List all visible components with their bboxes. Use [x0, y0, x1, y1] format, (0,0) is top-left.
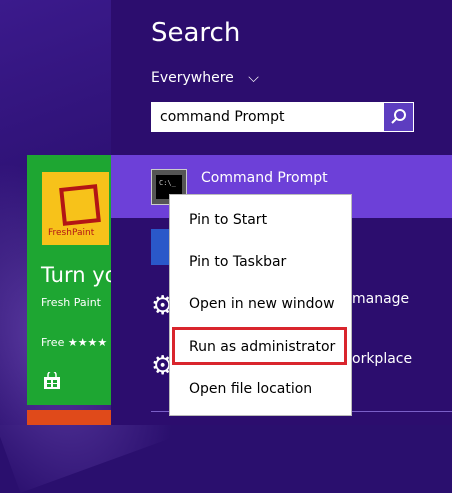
fresh-paint-logo: FreshPaint — [42, 172, 109, 245]
menu-item-pin-to-start[interactable]: Pin to Start — [170, 206, 351, 234]
menu-item-pin-to-taskbar[interactable]: Pin to Taskbar — [170, 248, 351, 276]
tile-app-name: Fresh Paint — [41, 296, 101, 309]
fresh-paint-tile[interactable]: FreshPaint Turn yo Fresh Paint Free ★★★★ — [27, 155, 117, 405]
chevron-down-icon: ⌵ — [248, 70, 259, 86]
search-scope-label: Everywhere — [151, 70, 234, 86]
tile-price-rating: Free ★★★★ — [41, 336, 108, 349]
tile-headline: Turn yo — [41, 263, 118, 287]
fresh-paint-logo-text: FreshPaint — [48, 228, 95, 238]
store-icon — [44, 372, 60, 389]
search-scope-dropdown[interactable]: Everywhere ⌵ — [151, 70, 259, 86]
frame-icon — [59, 184, 101, 226]
annotation-highlight-box — [172, 327, 347, 365]
menu-item-open-in-new-window[interactable]: Open in new window — [170, 290, 351, 318]
menu-item-open-file-location[interactable]: Open file location — [170, 375, 351, 403]
search-icon — [391, 109, 406, 124]
search-result-label: Command Prompt — [201, 170, 328, 186]
search-button[interactable] — [384, 103, 413, 131]
partial-tile[interactable] — [27, 410, 111, 425]
search-box — [151, 102, 414, 132]
search-input[interactable] — [152, 103, 391, 131]
search-pane-title: Search — [151, 18, 241, 48]
search-result-label[interactable]: manage — [352, 291, 409, 307]
context-menu: Pin to Start Pin to Taskbar Open in new … — [169, 194, 352, 416]
search-result-label[interactable]: orkplace — [352, 351, 412, 367]
